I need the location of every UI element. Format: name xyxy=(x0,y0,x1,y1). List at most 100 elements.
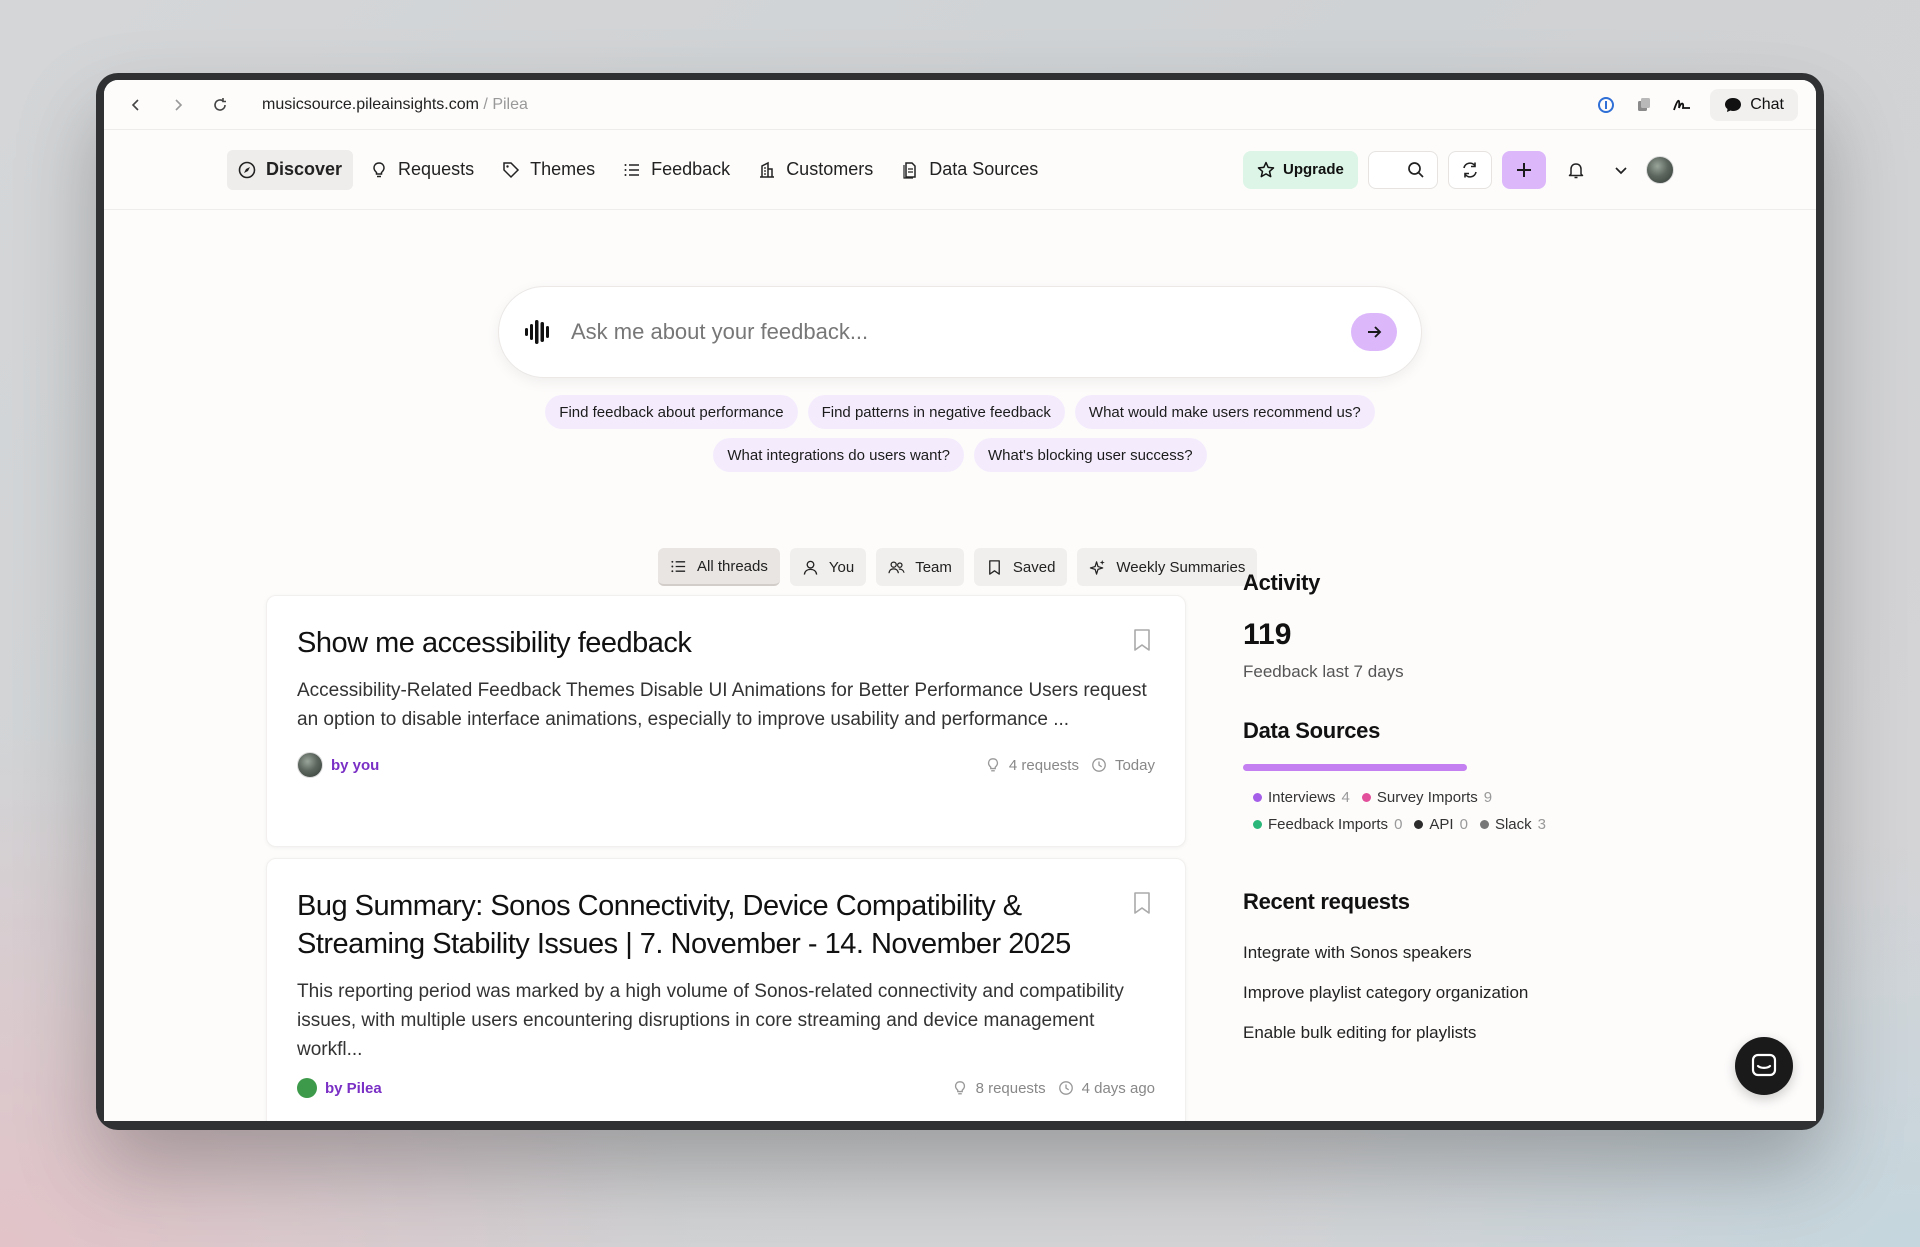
back-button[interactable] xyxy=(122,91,150,119)
thread-card[interactable]: Bug Summary: Sonos Connectivity, Device … xyxy=(266,858,1186,1121)
legend-item-api: API 0 xyxy=(1414,816,1468,833)
chat-button-label: Chat xyxy=(1750,95,1784,113)
thread-time: Today xyxy=(1114,756,1155,774)
copy-extension-icon[interactable] xyxy=(1634,95,1654,115)
address-bar[interactable]: musicsource.pileainsights.com / Pilea xyxy=(262,96,528,114)
thread-author: by you xyxy=(297,752,379,778)
ask-input[interactable] xyxy=(571,319,1351,345)
account-menu-toggle[interactable] xyxy=(1606,151,1636,189)
nav-tab-feedback[interactable]: Feedback xyxy=(612,150,741,190)
app-navigation: Discover Requests Themes Feedback Custom… xyxy=(104,130,1816,210)
legend-item-feedback-imports: Feedback Imports 0 xyxy=(1253,816,1402,833)
suggestion-chip[interactable]: What would make users recommend us? xyxy=(1074,395,1375,429)
recent-requests-heading: Recent requests xyxy=(1243,889,1410,914)
nav-tab-label: Discover xyxy=(266,159,343,179)
chat-button[interactable]: Chat xyxy=(1710,88,1798,121)
data-sources-heading: Data Sources xyxy=(1243,718,1381,743)
filter-tab-label: Weekly Summaries xyxy=(1116,558,1246,576)
recent-request-link[interactable]: Integrate with Sonos speakers xyxy=(1243,943,1643,963)
legend-dot xyxy=(1361,793,1371,802)
url-page-title: Pilea xyxy=(492,95,528,113)
star-icon xyxy=(1257,161,1275,177)
nav-tab-customers[interactable]: Customers xyxy=(747,150,884,190)
legend-name: Interviews xyxy=(1268,789,1336,806)
soundwave-icon xyxy=(525,320,549,344)
bookmark-button[interactable] xyxy=(1133,891,1151,920)
plus-icon xyxy=(1516,162,1531,177)
thread-footer: by you 4 requests Today xyxy=(297,752,1155,778)
activity-heading: Activity xyxy=(1243,570,1321,595)
recent-request-link[interactable]: Improve playlist category organization xyxy=(1243,983,1643,1003)
nav-tab-discover[interactable]: Discover xyxy=(227,149,354,190)
legend-item-interviews: Interviews 4 xyxy=(1253,789,1350,806)
forward-button[interactable] xyxy=(164,91,192,119)
bookmark-button[interactable] xyxy=(1133,628,1151,657)
nav-tab-label: Requests xyxy=(398,159,475,179)
suggestion-chip[interactable]: Find feedback about performance xyxy=(545,395,798,429)
author-label: by Pilea xyxy=(325,1079,382,1097)
request-count: 8 requests xyxy=(975,1079,1046,1097)
filter-tab-saved[interactable]: Saved xyxy=(973,548,1068,586)
add-button[interactable] xyxy=(1501,150,1546,189)
legend-item-survey-imports: Survey Imports 9 xyxy=(1361,789,1493,806)
suggestion-chip[interactable]: Find patterns in negative feedback xyxy=(807,395,1065,429)
legend-dot xyxy=(1253,793,1262,802)
notifications-button[interactable] xyxy=(1556,151,1596,189)
feedback-count-label: Feedback last 7 days xyxy=(1243,662,1404,681)
nav-tab-data-sources[interactable]: Data Sources xyxy=(890,150,1049,190)
support-chat-launcher[interactable] xyxy=(1735,1037,1793,1095)
compass-icon xyxy=(238,161,256,178)
filter-tab-all-threads[interactable]: All threads xyxy=(658,548,780,586)
clock-icon xyxy=(1092,758,1106,772)
thread-card[interactable]: Show me accessibility feedback Accessibi… xyxy=(266,595,1186,847)
browser-window: musicsource.pileainsights.com / Pilea Ch… xyxy=(104,80,1816,1121)
user-icon xyxy=(803,560,818,575)
signature-extension-icon[interactable] xyxy=(1672,95,1692,115)
thread-summary: Accessibility-Related Feedback Themes Di… xyxy=(297,680,1147,730)
suggestion-chip[interactable]: What integrations do users want? xyxy=(713,438,964,472)
database-icon xyxy=(903,161,916,179)
recent-request-link[interactable]: Enable bulk editing for playlists xyxy=(1243,1023,1643,1043)
list-icon xyxy=(624,163,640,176)
legend-count: 9 xyxy=(1483,789,1493,806)
browser-toolbar: musicsource.pileainsights.com / Pilea Ch… xyxy=(104,80,1816,130)
user-avatar[interactable] xyxy=(1645,155,1674,184)
send-button[interactable] xyxy=(1351,313,1397,351)
reload-icon xyxy=(214,97,226,111)
search-button[interactable] xyxy=(1367,150,1438,189)
nav-tab-requests[interactable]: Requests xyxy=(359,150,485,190)
sparkle-icon xyxy=(1090,559,1106,575)
lightbulb-icon xyxy=(987,758,999,772)
users-icon xyxy=(888,561,905,573)
url-domain: musicsource.pileainsights.com xyxy=(262,95,479,113)
filter-tab-weekly-summaries[interactable]: Weekly Summaries xyxy=(1077,548,1258,586)
filter-tab-you[interactable]: You xyxy=(789,548,867,586)
arrow-right-icon xyxy=(1368,326,1382,338)
thread-filter-tabs: All threads You Team Saved Weekly Summar… xyxy=(658,548,1258,586)
thread-title: Bug Summary: Sonos Connectivity, Device … xyxy=(297,890,1071,960)
chevron-down-icon xyxy=(1615,166,1627,174)
nav-tab-label: Customers xyxy=(786,159,874,179)
filter-tab-label: All threads xyxy=(697,557,768,575)
reload-button[interactable] xyxy=(206,91,234,119)
nav-tab-themes[interactable]: Themes xyxy=(491,150,606,190)
legend-dot xyxy=(1253,820,1262,829)
filter-tab-team[interactable]: Team xyxy=(876,548,964,586)
legend-dot xyxy=(1479,820,1489,829)
upgrade-button[interactable]: Upgrade xyxy=(1243,150,1358,189)
password-extension-icon[interactable] xyxy=(1596,95,1616,115)
legend-name: Survey Imports xyxy=(1376,789,1478,806)
nav-tab-label: Themes xyxy=(530,159,596,179)
suggestion-chip[interactable]: What's blocking user success? xyxy=(974,438,1207,472)
sync-button[interactable] xyxy=(1447,150,1492,189)
nav-tab-label: Feedback xyxy=(651,159,731,179)
thread-meta: 8 requests 4 days ago xyxy=(952,1080,1155,1097)
legend-count: 3 xyxy=(1537,816,1546,833)
chevron-left-icon xyxy=(131,98,139,111)
search-icon xyxy=(1407,161,1424,178)
lightbulb-icon xyxy=(954,1081,965,1095)
feedback-count: 119 xyxy=(1243,618,1292,651)
suggestion-row-1: Find feedback about performance Find pat… xyxy=(104,395,1816,429)
pilea-logo-icon xyxy=(297,1078,317,1098)
chevron-right-icon xyxy=(175,98,183,111)
